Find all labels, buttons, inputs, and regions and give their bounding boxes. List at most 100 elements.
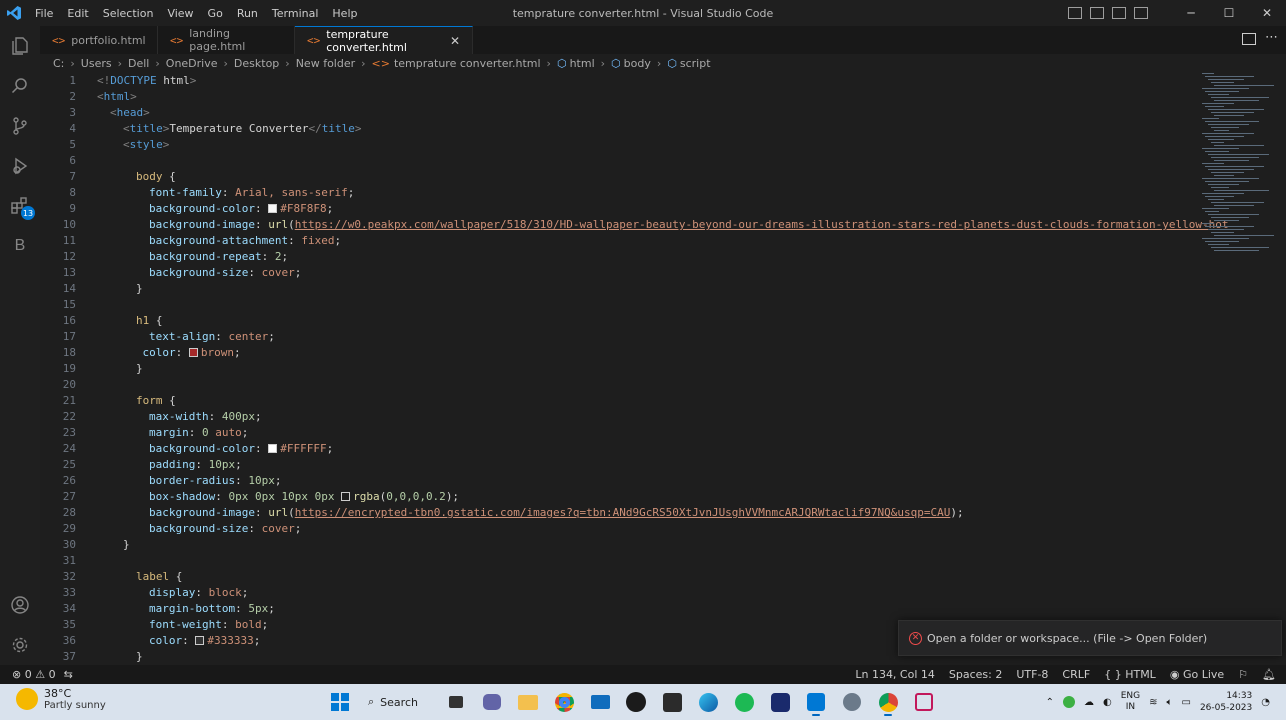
search-icon[interactable] [0, 66, 40, 106]
code-line[interactable]: 29 background-size: cover; [40, 521, 1190, 537]
breadcrumb-item[interactable]: script [680, 57, 711, 70]
chrome-profile-icon[interactable] [874, 688, 902, 716]
code-line[interactable]: 31 [40, 553, 1190, 569]
breadcrumb-item[interactable]: html [570, 57, 595, 70]
breadcrumb-item[interactable]: OneDrive [166, 57, 218, 70]
menu-file[interactable]: File [28, 7, 60, 20]
code-line[interactable]: 25 padding: 10px; [40, 457, 1190, 473]
teams-chat-icon[interactable] [478, 688, 506, 716]
weather-widget[interactable]: 38°C Partly sunny [16, 687, 106, 711]
notification-center-icon[interactable]: ◔ [1261, 697, 1270, 708]
encoding[interactable]: UTF-8 [1016, 668, 1048, 681]
edge-icon[interactable] [694, 688, 722, 716]
menu-edit[interactable]: Edit [60, 7, 95, 20]
menu-run[interactable]: Run [230, 7, 265, 20]
code-line[interactable]: 7 body { [40, 169, 1190, 185]
file-explorer-icon[interactable] [514, 688, 542, 716]
wondershare-icon[interactable] [766, 688, 794, 716]
breadcrumb-item[interactable]: temprature converter.html [394, 57, 541, 70]
b-extension-icon[interactable]: B [0, 226, 40, 266]
code-line[interactable]: 28 background-image: url(https://encrypte… [40, 505, 1190, 521]
code-line[interactable]: 8 font-family: Arial, sans-serif; [40, 185, 1190, 201]
code-line[interactable]: 20 [40, 377, 1190, 393]
close-window-button[interactable]: ✕ [1248, 0, 1286, 26]
code-line[interactable]: 33 display: block; [40, 585, 1190, 601]
code-line[interactable]: 23 margin: 0 auto; [40, 425, 1190, 441]
menu-go[interactable]: Go [201, 7, 230, 20]
dell-icon[interactable] [622, 688, 650, 716]
vscode-taskbar-icon[interactable] [802, 688, 830, 716]
code-line[interactable]: 24 background-color: #FFFFFF; [40, 441, 1190, 457]
manage-gear-icon[interactable] [0, 625, 40, 665]
code-line[interactable]: 18 color: brown; [40, 345, 1190, 361]
toggle-panel-icon[interactable] [1090, 7, 1104, 19]
code-line[interactable]: 4 <title>Temperature Converter</title> [40, 121, 1190, 137]
problems-indicator[interactable]: ⊗ 0 ⚠ 0 [12, 668, 56, 681]
minimap[interactable] [1198, 73, 1276, 263]
toggle-primary-sidebar-icon[interactable] [1068, 7, 1082, 19]
tab-temprature-converter[interactable]: <> temprature converter.html ✕ [295, 26, 473, 54]
language-indicator[interactable]: ENG IN [1121, 691, 1140, 713]
run-debug-icon[interactable] [0, 146, 40, 186]
tab-landing-page[interactable]: <> landing page.html [158, 26, 295, 54]
volume-icon[interactable]: 🔈︎ [1167, 697, 1173, 708]
menu-terminal[interactable]: Terminal [265, 7, 326, 20]
tray-app-icon-2[interactable]: ◐ [1103, 697, 1112, 708]
menu-help[interactable]: Help [325, 7, 364, 20]
menu-selection[interactable]: Selection [96, 7, 161, 20]
code-line[interactable]: 1 <!DOCTYPE html> [40, 73, 1190, 89]
battery-icon[interactable]: ▭ [1182, 697, 1191, 708]
color-swatch[interactable] [268, 444, 278, 453]
breadcrumb-item[interactable]: New folder [296, 57, 355, 70]
task-view-icon[interactable] [442, 688, 470, 716]
vertical-scrollbar[interactable] [1276, 73, 1286, 665]
code-line[interactable]: 30} [40, 537, 1190, 553]
notification-toast[interactable]: ✕ Open a folder or workspace... (File ->… [898, 620, 1282, 656]
extensions-icon[interactable]: 13 [0, 186, 40, 226]
code-line[interactable]: 12 background-repeat: 2; [40, 249, 1190, 265]
more-actions-icon[interactable]: ⋯ [1265, 30, 1278, 45]
breadcrumb-item[interactable]: C: [53, 57, 64, 70]
code-line[interactable]: 17 text-align: center; [40, 329, 1190, 345]
ports-icon[interactable]: ⇆ [64, 668, 73, 681]
taskbar-search[interactable]: ⌕ Search [362, 688, 434, 716]
code-line[interactable]: 5 <style> [40, 137, 1190, 153]
snipping-tool-icon[interactable] [910, 688, 938, 716]
code-line[interactable]: 27 box-shadow: 0px 0px 10px 0px rgba(0,0,… [40, 489, 1190, 505]
code-line[interactable]: 34 margin-bottom: 5px; [40, 601, 1190, 617]
breadcrumb-item[interactable]: Desktop [234, 57, 279, 70]
breadcrumb-item[interactable]: Dell [128, 57, 149, 70]
code-line[interactable]: 21 form { [40, 393, 1190, 409]
source-control-icon[interactable] [0, 106, 40, 146]
color-swatch[interactable] [195, 636, 205, 645]
feedback-icon[interactable]: ⚐ [1238, 668, 1248, 681]
code-line[interactable]: 26 border-radius: 10px; [40, 473, 1190, 489]
code-line[interactable]: 22 max-width: 400px; [40, 409, 1190, 425]
wifi-icon[interactable]: ≋ [1149, 697, 1157, 708]
go-live-button[interactable]: ◉ Go Live [1170, 668, 1224, 681]
maximize-button[interactable]: ☐ [1210, 0, 1248, 26]
code-editor[interactable]: 1 <!DOCTYPE html> 2 <html> 3 <head> 4 <title>Te… [40, 73, 1286, 665]
indentation[interactable]: Spaces: 2 [949, 668, 1002, 681]
customize-layout-icon[interactable] [1134, 7, 1148, 19]
start-button[interactable] [326, 688, 354, 716]
close-tab-icon[interactable]: ✕ [450, 34, 460, 48]
explorer-icon[interactable] [0, 26, 40, 66]
code-line[interactable]: 9 background-color: #F8F8F8; [40, 201, 1190, 217]
code-line[interactable]: 6 [40, 153, 1190, 169]
code-line[interactable]: 2 <html> [40, 89, 1190, 105]
toggle-secondary-sidebar-icon[interactable] [1112, 7, 1126, 19]
split-editor-icon[interactable] [1242, 33, 1256, 45]
settings-icon[interactable] [838, 688, 866, 716]
code-line[interactable]: 19} [40, 361, 1190, 377]
tab-portfolio[interactable]: <> portfolio.html [40, 26, 158, 54]
minimize-button[interactable]: ─ [1172, 0, 1210, 26]
code-line[interactable]: 32 label { [40, 569, 1190, 585]
code-line[interactable]: 10 background-image: url(https://w0.peakp… [40, 217, 1229, 233]
cursor-position[interactable]: Ln 134, Col 14 [855, 668, 935, 681]
spotify-icon[interactable] [730, 688, 758, 716]
account-icon[interactable] [0, 585, 40, 625]
code-line[interactable]: 15 [40, 297, 1190, 313]
breadcrumb-item[interactable]: Users [81, 57, 112, 70]
show-hidden-icons-icon[interactable]: ⌃ [1046, 697, 1054, 708]
